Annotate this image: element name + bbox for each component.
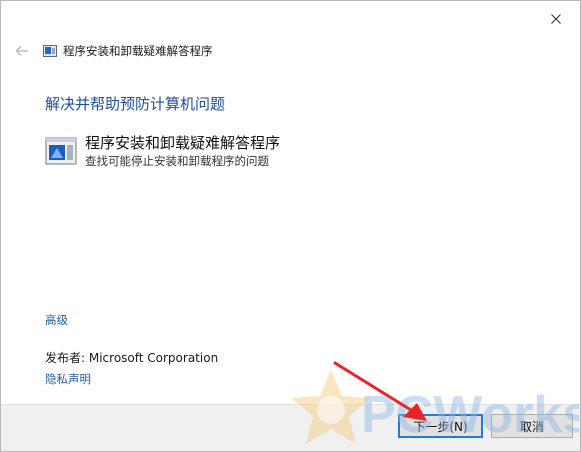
page-heading: 解决并帮助预防计算机问题 [45, 95, 226, 113]
cancel-button[interactable]: 取消 [491, 414, 573, 438]
back-arrow-icon [15, 46, 28, 56]
troubleshooter-item[interactable]: 程序安装和卸载疑难解答程序 查找可能停止安装和卸载程序的问题 [45, 133, 280, 169]
next-button[interactable]: 下一步(N) [398, 414, 483, 438]
publisher-text: 发布者: Microsoft Corporation [45, 351, 219, 365]
troubleshooter-item-description: 查找可能停止安装和卸载程序的问题 [85, 154, 269, 168]
troubleshooter-app-icon [43, 45, 57, 57]
title-bar: 程序安装和卸载疑难解答程序 [13, 41, 213, 61]
advanced-link[interactable]: 高级 [45, 312, 68, 328]
troubleshooter-item-title: 程序安装和卸载疑难解答程序 [85, 134, 281, 152]
troubleshooter-window: 程序安装和卸载疑难解答程序 解决并帮助预防计算机问题 程序安装和卸载疑难解答程序… [0, 0, 581, 452]
back-button[interactable] [13, 42, 31, 60]
close-icon [551, 14, 561, 24]
program-install-icon [45, 137, 77, 165]
button-footer: 下一步(N) 取消 [1, 404, 580, 451]
window-title: 程序安装和卸载疑难解答程序 [63, 44, 213, 58]
privacy-statement-link[interactable]: 隐私声明 [45, 371, 91, 387]
close-button[interactable] [538, 7, 574, 31]
troubleshooter-item-text: 程序安装和卸载疑难解答程序 查找可能停止安装和卸载程序的问题 [85, 133, 280, 169]
